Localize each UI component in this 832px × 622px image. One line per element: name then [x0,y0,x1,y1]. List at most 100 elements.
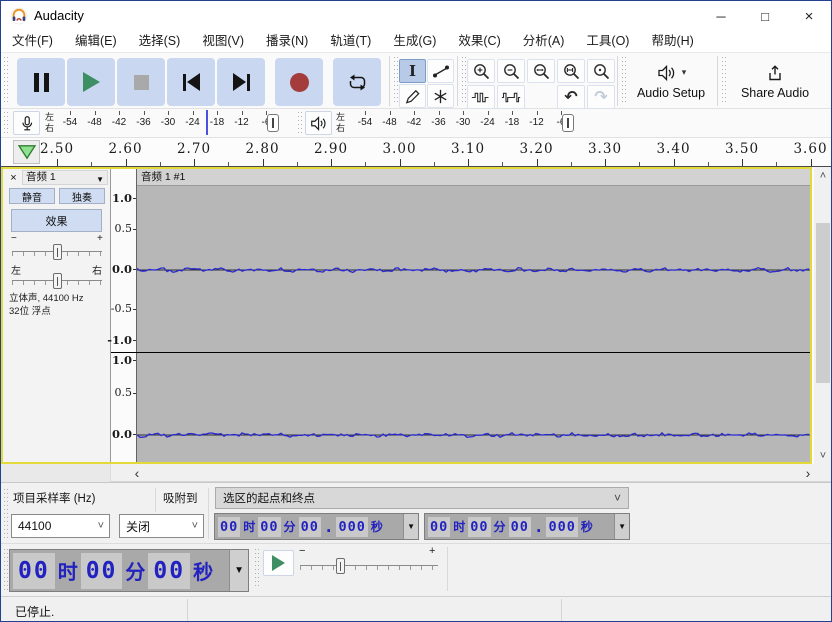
share-audio-button[interactable]: Share Audio [729,56,821,106]
audio-setup-button[interactable]: ▾ Audio Setup [629,56,713,106]
pause-button[interactable] [17,58,65,106]
transport-toolbar-grip[interactable] [3,57,9,105]
record-meter-scale[interactable]: -54-48-42-36-30-24-18-12-6 [58,111,288,136]
playback-meter-clip-indicator[interactable] [562,114,574,132]
audio-position-time-field[interactable]: 00时00分00秒▼ [9,549,249,592]
play-speed-slider-thumb[interactable] [336,558,345,574]
skip-to-end-button[interactable] [217,58,265,106]
ruler-tick [133,269,136,270]
redo-button[interactable]: ↷ [587,85,615,109]
selection-toolbar-grip[interactable] [3,489,9,539]
status-message: 已停止. [15,603,54,620]
zoom-out-button[interactable] [497,59,525,83]
menu-item-8[interactable]: 分析(A) [512,31,576,52]
title-bar[interactable]: Audacity ─ □ × [1,1,831,31]
time-format-caret-icon[interactable]: ▼ [403,514,418,539]
record-meter-clip-indicator[interactable] [267,114,279,132]
solo-button[interactable]: 独奏 [59,188,105,204]
pan-slider[interactable] [12,272,102,290]
selection-end-time-field[interactable]: 00时00分00.000秒▼ [424,513,630,540]
meter-tick [463,111,464,115]
audio-position-digits: 00 [13,553,55,589]
draw-tool-icon [403,87,422,106]
pan-slider-thumb[interactable] [53,273,62,289]
time-format-caret-icon[interactable]: ▼ [229,550,248,591]
multi-tool-button[interactable] [427,84,454,108]
menu-item-5[interactable]: 轨道(T) [319,31,382,52]
record-meter-button[interactable] [13,111,40,135]
play-button[interactable] [67,58,115,106]
trim-audio-button[interactable] [467,85,495,109]
label-separator [155,488,156,512]
menu-item-9[interactable]: 工具(O) [575,31,640,52]
vertical-scrollbar-thumb[interactable] [816,223,830,383]
fit-project-button[interactable] [557,59,585,83]
bottom-toolbars: 项目采样率 (Hz) 吸附到 选区的起点和终点 ˅ 44100 ˅ 关闭 ˅ 0… [1,482,831,596]
play-speed-slider[interactable] [300,557,438,575]
ruler-tick [133,229,136,230]
effects-button[interactable]: 效果 [11,209,102,232]
window-title: Audacity [34,8,84,23]
snap-combo[interactable]: 关闭 ˅ [119,514,204,538]
menu-item-10[interactable]: 帮助(H) [640,31,704,52]
menu-item-4[interactable]: 播录(N) [255,31,319,52]
toolbar-separator [389,56,390,106]
menu-item-6[interactable]: 生成(G) [382,31,447,52]
audacity-logo-icon [10,7,28,25]
scroll-right-button[interactable]: › [798,464,818,481]
clip-header[interactable]: 音频 1 #1 [137,169,810,186]
close-button[interactable]: × [787,1,831,31]
vertical-scrollbar[interactable]: ˄ ˅ [814,167,832,464]
audio-setup-toolbar-grip[interactable] [621,57,627,105]
silence-audio-button[interactable] [497,85,525,109]
menu-item-2[interactable]: 选择(S) [128,31,192,52]
ruler-value-label: 0.5 [106,222,132,235]
gain-slider-thumb[interactable] [53,244,62,260]
scroll-down-button[interactable]: ˅ [814,447,832,464]
share-audio-toolbar-grip[interactable] [721,57,727,105]
vertical-scale-ruler[interactable]: 1.00.50.0-0.5-1.01.00.50.0 [111,169,137,462]
record-meter-channel-labels: 左 右 [45,112,54,134]
scroll-up-button[interactable]: ˄ [814,167,832,184]
playback-meter-button[interactable] [305,111,332,135]
menu-item-3[interactable]: 视图(V) [191,31,255,52]
zoom-toggle-button[interactable] [587,59,615,83]
record-button[interactable] [275,58,323,106]
menu-item-0[interactable]: 文件(F) [1,31,64,52]
timeline-label: 3.20 [513,141,561,157]
gain-slider[interactable] [12,243,102,261]
selection-start-time-field[interactable]: 00时00分00.000秒▼ [214,513,419,540]
play-at-speed-button[interactable] [263,550,294,576]
track-close-button[interactable]: × [6,170,21,185]
menu-item-1[interactable]: 编辑(E) [64,31,128,52]
envelope-tool-button[interactable] [427,59,454,83]
stop-button[interactable] [117,58,165,106]
minimize-button[interactable]: ─ [699,1,743,31]
selection-tool-button[interactable]: I [399,59,426,83]
playback-meter-grip[interactable] [297,112,303,135]
scroll-left-button[interactable]: ‹ [127,464,147,481]
timeline-ruler[interactable]: 2.502.602.702.802.903.003.103.203.303.40… [1,138,831,167]
audio-position-unit: 秒 [193,556,213,585]
record-meter-grip[interactable] [3,112,9,135]
menu-item-7[interactable]: 效果(C) [447,31,511,52]
audio-clip[interactable]: 音频 1 #1 [137,169,810,462]
play-at-speed-toolbar-grip[interactable] [254,549,260,589]
zoom-in-button[interactable] [467,59,495,83]
time-format-caret-icon[interactable]: ▼ [614,514,629,539]
horizontal-scrollbar[interactable]: ‹ › [1,464,832,482]
undo-button[interactable]: ↶ [557,85,585,109]
timeline-major-tick [57,159,58,166]
fit-selection-button[interactable] [527,59,555,83]
selection-mode-select[interactable]: 选区的起点和终点 ˅ [215,487,629,509]
maximize-button[interactable]: □ [743,1,787,31]
draw-tool-button[interactable] [399,84,426,108]
loop-button[interactable] [333,58,381,106]
track-name-button[interactable]: 音频 1 ▼ [22,170,108,185]
mute-button[interactable]: 静音 [9,188,55,204]
waveform-area[interactable] [137,186,810,462]
selection-start-digits: 00 [218,517,240,537]
project-rate-combo[interactable]: 44100 ˅ [11,514,110,538]
skip-to-start-button[interactable] [167,58,215,106]
playback-meter-scale[interactable]: -54-48-42-36-30-24-18-12-6 [353,111,583,136]
